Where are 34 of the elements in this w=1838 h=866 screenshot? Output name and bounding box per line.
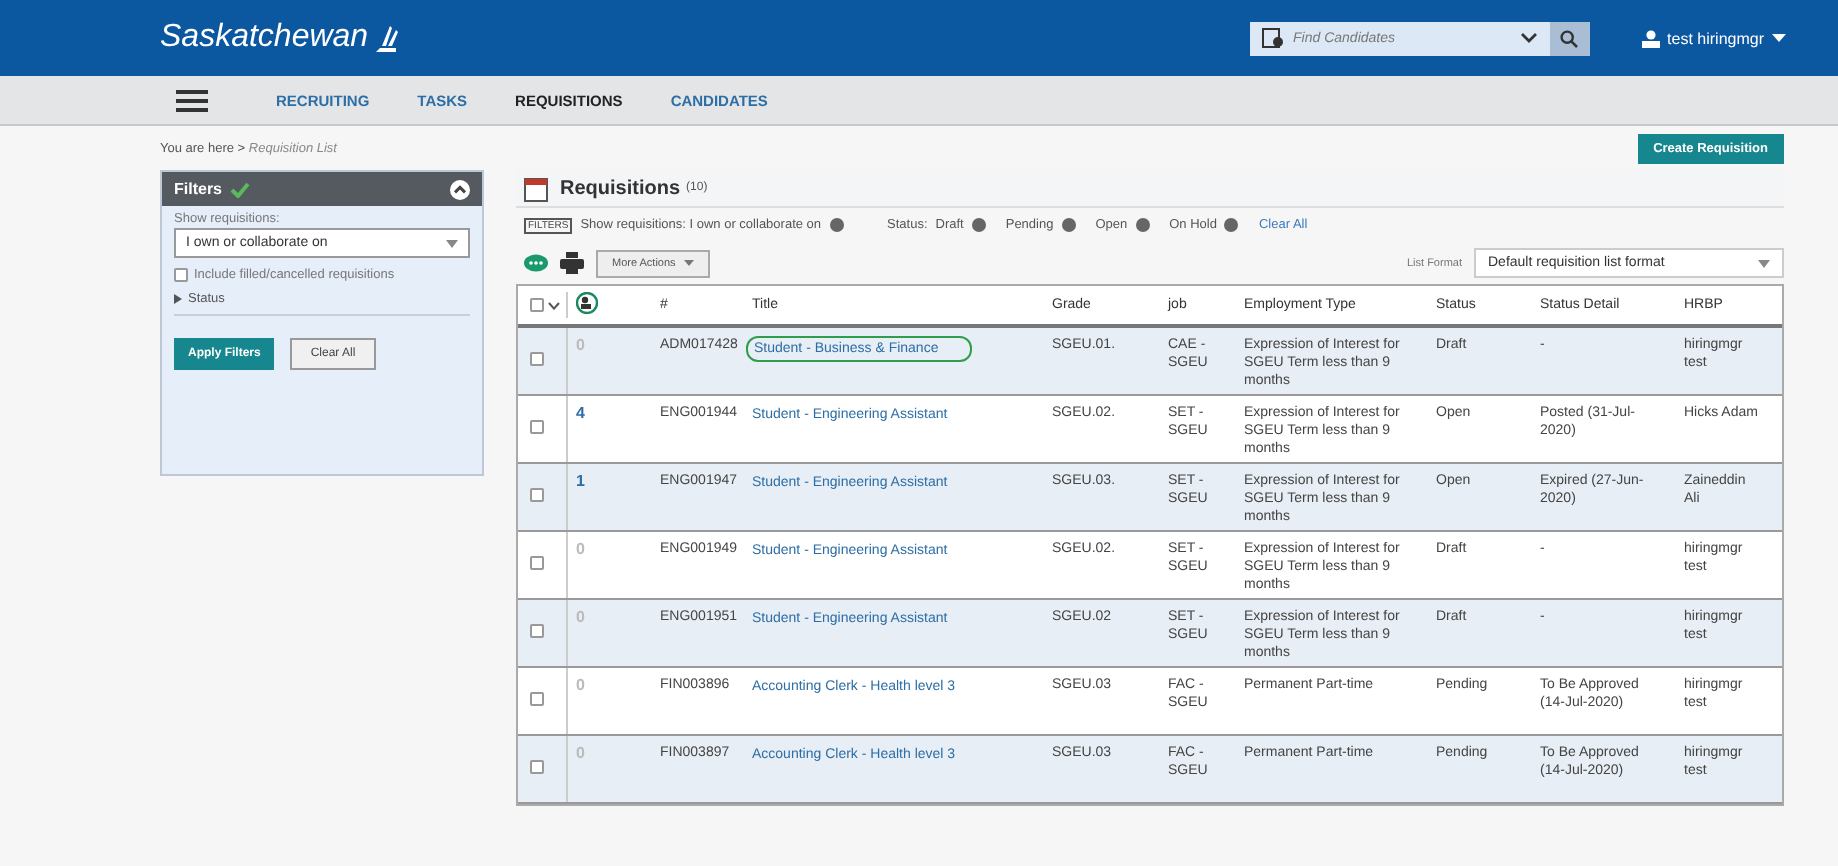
chat-bubble-icon[interactable] [524, 253, 548, 273]
include-checkbox[interactable] [174, 268, 188, 282]
filters-title: Filters [174, 180, 223, 198]
caret-icon [446, 239, 458, 247]
checkmark-icon [230, 181, 251, 197]
wheat-logo-icon [372, 22, 401, 54]
row-checkbox[interactable] [530, 760, 544, 774]
collapse-icon[interactable] [450, 179, 470, 199]
select-all-checkbox[interactable] [530, 298, 544, 312]
requisitions-title: Requisitions [560, 177, 681, 199]
search-icon [1560, 29, 1579, 47]
row-checkbox[interactable] [530, 624, 544, 638]
row-checkbox[interactable] [530, 692, 544, 706]
row-checkbox[interactable] [530, 420, 544, 434]
candidate-count[interactable]: 1 [566, 464, 606, 530]
document-icon [524, 175, 548, 201]
print-icon[interactable] [560, 252, 584, 274]
candidate-count[interactable]: 4 [566, 396, 606, 462]
chevron-down-icon[interactable] [548, 301, 560, 309]
row-checkbox[interactable] [530, 488, 544, 502]
menu-icon[interactable] [176, 89, 208, 111]
candidates-icon [576, 292, 598, 314]
user-menu[interactable]: test hiringmgr [1629, 27, 1798, 49]
candidate-card-icon [1261, 28, 1284, 48]
logo-text: Saskatchewan [160, 20, 369, 56]
caret-icon [174, 294, 182, 304]
caret-icon [1772, 34, 1786, 42]
search-button[interactable] [1549, 21, 1590, 55]
chevron-down-icon [1519, 32, 1538, 44]
row-checkbox[interactable] [530, 556, 544, 570]
row-checkbox[interactable] [530, 352, 544, 366]
caret-icon [1758, 259, 1770, 267]
user-icon [1641, 29, 1660, 47]
caret-icon [683, 260, 694, 266]
